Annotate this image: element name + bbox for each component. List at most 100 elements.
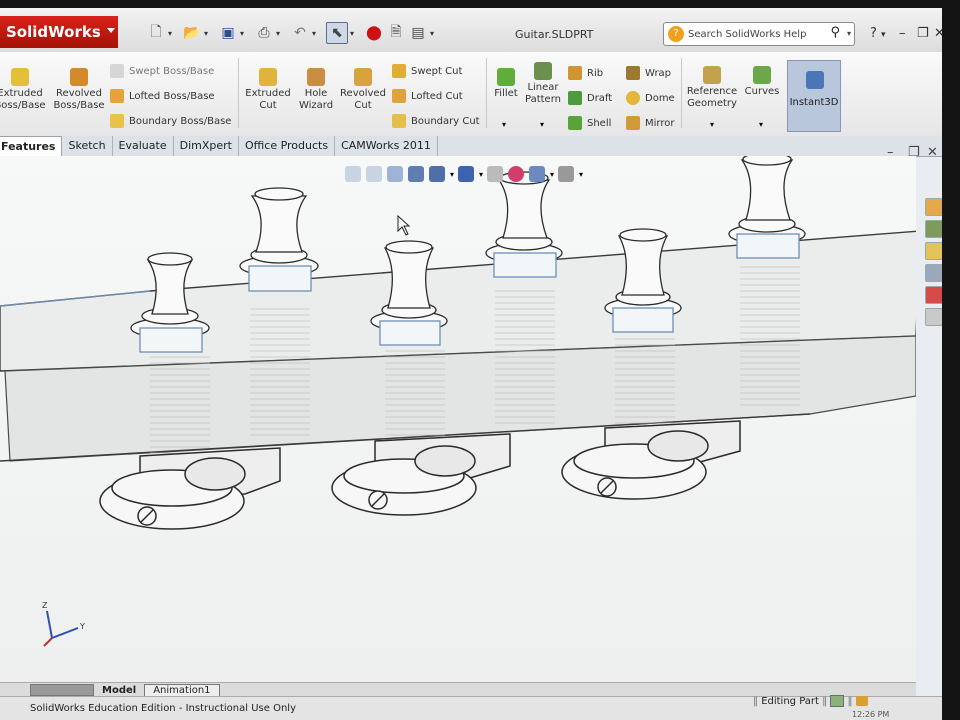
curves-button[interactable]: Curves	[742, 66, 782, 98]
appearances-scenes-icon[interactable]	[925, 286, 942, 304]
fillet-dropdown-icon[interactable]: ▾	[502, 120, 506, 129]
previous-view-icon[interactable]	[387, 166, 403, 182]
graphics-area[interactable]: Z Y	[0, 156, 916, 688]
display-style-icon[interactable]	[458, 166, 475, 182]
reference-geometry-label: Reference Geometry	[686, 86, 738, 109]
tab-animation1[interactable]: Animation1	[144, 683, 220, 697]
open-dropdown-icon[interactable]: ▾	[204, 29, 212, 38]
status-divider-icon: ‖	[753, 696, 762, 707]
save-dropdown-icon[interactable]: ▾	[240, 29, 248, 38]
file-explorer-icon[interactable]	[925, 242, 942, 260]
draft-button[interactable]: Draft	[568, 91, 612, 105]
tuning-peg-2	[239, 187, 319, 292]
help-search-box[interactable]: ? Search SolidWorks Help ⚲ ▾	[663, 22, 855, 46]
revolved-boss-label: Revolved Boss/Base	[53, 88, 105, 111]
hole-wizard-button[interactable]: Hole Wizard	[294, 68, 338, 112]
open-folder-icon[interactable]: 📂	[182, 23, 202, 43]
scene-dropdown-icon[interactable]: ▾	[550, 170, 554, 179]
extruded-cut-button[interactable]: Extruded Cut	[243, 68, 293, 112]
zoom-area-icon[interactable]	[366, 166, 382, 182]
save-icon[interactable]: ▣	[218, 23, 238, 43]
section-view-icon[interactable]	[408, 166, 424, 182]
tab-camworks[interactable]: CAMWorks 2011	[335, 136, 438, 156]
fillet-button[interactable]: Fillet	[490, 68, 522, 100]
new-document-icon[interactable]: 🗋	[146, 23, 166, 43]
tab-features[interactable]: Features	[0, 136, 63, 157]
help-search-icon: ?	[668, 26, 684, 42]
shell-icon	[568, 116, 582, 130]
print-icon[interactable]: ⎙	[254, 23, 274, 43]
units-status-icon[interactable]	[855, 696, 868, 706]
apply-scene-icon[interactable]	[529, 166, 546, 182]
extruded-cut-label: Extruded Cut	[245, 88, 291, 111]
undo-dropdown-icon[interactable]: ▾	[312, 29, 320, 38]
view-orientation-dropdown-icon[interactable]: ▾	[450, 170, 454, 179]
curves-label: Curves	[744, 86, 780, 97]
curves-dropdown-icon[interactable]: ▾	[759, 120, 763, 129]
print-dropdown-icon[interactable]: ▾	[276, 29, 284, 38]
solidworks-resources-icon[interactable]	[925, 198, 942, 216]
mirror-button[interactable]: Mirror	[626, 116, 674, 130]
revolved-boss-icon	[70, 68, 88, 86]
tab-sketch[interactable]: Sketch	[62, 136, 113, 156]
display-style-dropdown-icon[interactable]: ▾	[479, 170, 483, 179]
rebuild-traffic-light-icon[interactable]: ⬤	[364, 23, 384, 43]
pattern-dropdown-icon[interactable]: ▾	[540, 120, 544, 129]
lofted-cut-icon	[392, 89, 406, 103]
design-library-icon[interactable]	[925, 220, 942, 238]
edit-appearance-icon[interactable]	[508, 166, 525, 182]
dome-button[interactable]: Dome	[626, 91, 675, 105]
wrap-button[interactable]: Wrap	[626, 66, 671, 80]
select-pointer-icon[interactable]: ⬉	[326, 22, 348, 44]
rib-button[interactable]: Rib	[568, 66, 603, 80]
shell-button[interactable]: Shell	[568, 116, 611, 130]
swept-boss-button[interactable]: Swept Boss/Base	[110, 64, 214, 78]
menu-arrow-icon	[107, 28, 115, 33]
new-dropdown-icon[interactable]: ▾	[168, 29, 176, 38]
instant3d-icon	[806, 71, 824, 89]
help-dropdown-icon[interactable]: ▾	[881, 30, 886, 40]
revolved-boss-button[interactable]: Revolved Boss/Base	[52, 68, 106, 112]
close-icon[interactable]: ✕	[934, 26, 942, 41]
extruded-boss-button[interactable]: Extruded Boss/Base	[0, 68, 48, 112]
lofted-boss-label: Lofted Boss/Base	[129, 90, 215, 102]
view-settings-dropdown-icon[interactable]: ▾	[579, 170, 583, 179]
view-palette-icon[interactable]	[925, 264, 942, 282]
tab-model[interactable]: Model	[94, 685, 144, 696]
rebuild-status-icon[interactable]	[830, 695, 845, 707]
magnifier-icon[interactable]: ⚲	[830, 25, 840, 40]
solidworks-menu-button[interactable]: SolidWorks	[0, 16, 118, 48]
tab-evaluate[interactable]: Evaluate	[113, 136, 174, 156]
lofted-cut-button[interactable]: Lofted Cut	[392, 89, 463, 103]
file-properties-icon[interactable]: 🗎	[386, 23, 406, 43]
reference-dropdown-icon[interactable]: ▾	[710, 120, 714, 129]
linear-pattern-button[interactable]: Linear Pattern	[522, 62, 564, 106]
view-orientation-icon[interactable]	[429, 166, 445, 182]
restore-icon[interactable]: ❐	[917, 26, 929, 41]
instant3d-button[interactable]: Instant3D	[787, 60, 841, 132]
revolved-cut-button[interactable]: Revolved Cut	[339, 68, 387, 112]
options-dropdown-icon[interactable]: ▾	[430, 29, 438, 38]
tab-scroll-arrows[interactable]	[30, 684, 94, 696]
shell-label: Shell	[587, 117, 612, 129]
tab-office-products[interactable]: Office Products	[239, 136, 336, 156]
draft-label: Draft	[587, 92, 613, 104]
boundary-cut-icon	[392, 114, 406, 128]
tab-dimxpert[interactable]: DimXpert	[174, 136, 239, 156]
minimize-icon[interactable]: –	[899, 26, 906, 41]
zoom-to-fit-icon[interactable]	[345, 166, 361, 182]
custom-properties-icon[interactable]	[925, 308, 942, 326]
boundary-boss-button[interactable]: Boundary Boss/Base	[110, 114, 231, 128]
boundary-cut-button[interactable]: Boundary Cut	[392, 114, 480, 128]
options-icon[interactable]: ▤	[408, 23, 428, 43]
search-dropdown-icon[interactable]: ▾	[847, 29, 851, 38]
select-dropdown-icon[interactable]: ▾	[350, 29, 358, 38]
help-question-icon[interactable]: ?	[870, 26, 877, 41]
lofted-boss-button[interactable]: Lofted Boss/Base	[110, 89, 215, 103]
reference-geometry-button[interactable]: Reference Geometry	[684, 66, 740, 110]
hide-show-items-icon[interactable]	[487, 166, 504, 182]
undo-icon[interactable]: ↶	[290, 23, 310, 43]
pane-close-icon[interactable]: ✕	[927, 145, 938, 160]
swept-cut-button[interactable]: Swept Cut	[392, 64, 462, 78]
view-settings-icon[interactable]	[558, 166, 575, 182]
